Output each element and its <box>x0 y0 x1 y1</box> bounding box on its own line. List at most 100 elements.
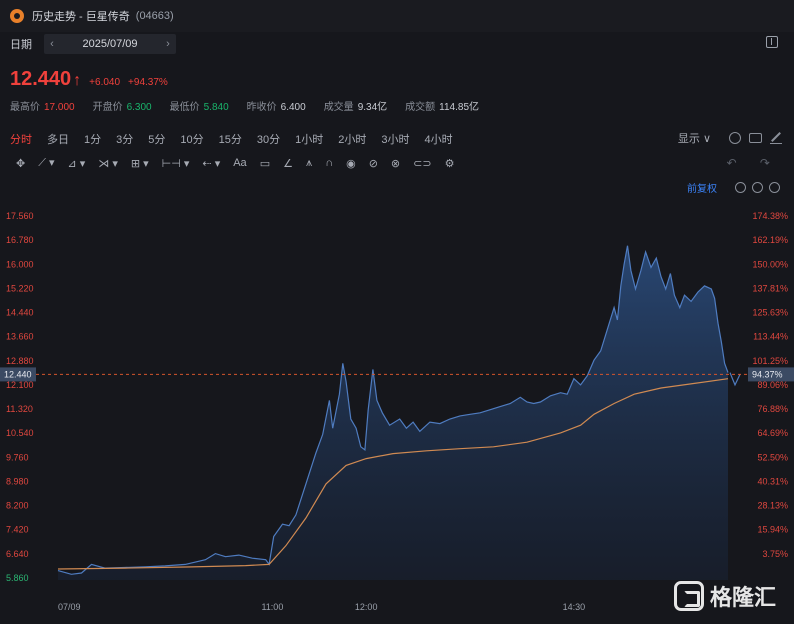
y-tick-left: 8.980 <box>6 476 29 486</box>
stat-turnover: 成交额 114.85亿 <box>405 102 479 113</box>
tab-multi-day[interactable]: 多日 <box>47 131 69 147</box>
chevron-down-icon: ∨ <box>702 133 711 145</box>
stat-high: 最高价 17.000 <box>10 102 75 113</box>
y-tick-left: 8.200 <box>6 501 29 511</box>
y-tick-left: 15.220 <box>6 283 34 293</box>
display-dropdown[interactable]: 显示 ∨ <box>678 130 711 146</box>
x-tick-label: 12:00 <box>355 602 378 612</box>
channel-tool-icon[interactable]: ⊿ ▾ <box>68 157 86 170</box>
stock-code: (04663) <box>135 10 174 22</box>
y-tick-right: 15.94% <box>757 525 788 535</box>
y-tick-right: 162.19% <box>752 235 788 245</box>
tab-intraday[interactable]: 分时 <box>10 131 32 147</box>
tool-settings-icon[interactable]: ⚙ <box>445 157 455 170</box>
rect-tool-icon[interactable]: ▭ <box>260 157 270 170</box>
x-tick-label: 07/09 <box>58 602 81 612</box>
y-tick-left: 14.440 <box>6 308 34 318</box>
y-tick-left: 12.100 <box>6 380 34 390</box>
y-tick-right: 125.63% <box>752 308 788 318</box>
app-logo-icon <box>10 9 24 23</box>
price-area <box>58 245 728 580</box>
chart-options: 显示 ∨ <box>678 130 782 146</box>
watermark: 格隆汇 <box>673 580 776 612</box>
tab-3min[interactable]: 3分 <box>116 131 133 147</box>
range-tool-icon[interactable]: ⊢⊣ ▾ <box>162 157 190 170</box>
x-tick-label: 11:00 <box>261 602 283 612</box>
chart-header: 前复权 <box>687 180 780 195</box>
camera-icon[interactable] <box>749 133 762 143</box>
y-tick-left: 16.780 <box>6 235 34 245</box>
drawing-toolbar: ✥ ⟋ ▾ ⊿ ▾ ⋊ ▾ ⊞ ▾ ⊢⊣ ▾ ⇠ ▾ Aa ▭ ∠ ⩚ ∩ ◉ … <box>16 156 467 170</box>
settings-icon[interactable] <box>729 132 741 144</box>
x-tick-label: 14:30 <box>563 602 586 612</box>
y-tick-left: 5.860 <box>6 573 29 583</box>
line-tool-icon[interactable]: ⟋ ▾ <box>38 156 54 170</box>
tab-1min[interactable]: 1分 <box>84 131 101 147</box>
tab-5min[interactable]: 5分 <box>148 131 165 147</box>
expand-panel-icon[interactable] <box>766 36 778 48</box>
y-tick-right: 40.31% <box>757 476 788 486</box>
adjust-mode-button[interactable]: 前复权 <box>687 180 717 195</box>
period-tabs: 分时 多日 1分 3分 5分 10分 15分 30分 1小时 2小时 3小时 4… <box>10 131 468 147</box>
window-titlebar: 历史走势 - 巨星传奇 (04663) <box>0 0 794 32</box>
eye-tool-icon[interactable]: ◉ <box>346 157 356 170</box>
price-change-pct: +94.37% <box>128 77 168 88</box>
zoom-out-icon[interactable] <box>752 182 763 193</box>
delete-tool-icon[interactable]: ⊗ <box>391 157 400 170</box>
y-tick-left: 16.000 <box>6 259 34 269</box>
y-tick-left: 9.760 <box>6 452 29 462</box>
tab-10min[interactable]: 10分 <box>180 131 203 147</box>
current-price-tag-right-text: 94.37% <box>752 369 783 379</box>
prev-date-button[interactable]: ‹ <box>44 38 60 50</box>
y-tick-right: 137.81% <box>752 283 788 293</box>
y-tick-left: 12.880 <box>6 356 34 366</box>
y-tick-right: 89.06% <box>757 380 788 390</box>
tab-3h[interactable]: 3小时 <box>381 131 409 147</box>
y-tick-right: 150.00% <box>752 259 788 269</box>
intraday-chart[interactable]: 17.560 16.780 16.000 15.220 14.440 13.660 12.8… <box>0 200 794 624</box>
y-tick-right: 113.44% <box>753 332 788 342</box>
y-tick-left: 17.560 <box>6 211 34 221</box>
stat-low: 最低价 5.840 <box>169 102 229 113</box>
text-tool-icon[interactable]: Aa <box>233 157 246 169</box>
date-picker[interactable]: ‹ 2025/07/09 › <box>44 34 176 54</box>
last-price: 12.440 <box>10 68 72 90</box>
y-tick-right: 174.38% <box>752 211 788 221</box>
zoom-in-icon[interactable] <box>769 182 780 193</box>
tab-1h[interactable]: 1小时 <box>295 131 323 147</box>
tab-4h[interactable]: 4小时 <box>425 131 453 147</box>
reset-icon[interactable] <box>735 182 746 193</box>
hide-tool-icon[interactable]: ⊘ <box>369 157 378 170</box>
price-change: +6.040 <box>89 77 121 88</box>
y-tick-right: 52.50% <box>757 452 788 462</box>
y-tick-left: 7.420 <box>6 525 29 535</box>
stat-prev-close: 昨收价 6.400 <box>246 102 306 113</box>
crosshair-tool-icon[interactable]: ✥ <box>16 157 25 170</box>
y-tick-right: 3.75% <box>762 549 788 559</box>
grid-tool-icon[interactable]: ⊞ ▾ <box>131 157 149 170</box>
magnet-tool-icon[interactable]: ⩚ <box>306 157 312 170</box>
angle-tool-icon[interactable]: ∠ <box>283 157 293 170</box>
arc-tool-icon[interactable]: ∩ <box>325 157 333 169</box>
date-label: 日期 <box>10 39 32 51</box>
y-tick-left: 6.640 <box>6 549 29 559</box>
tab-30min[interactable]: 30分 <box>257 131 280 147</box>
pencil-icon[interactable] <box>770 132 782 144</box>
link-tool-icon[interactable]: ⊂⊃ <box>413 157 431 170</box>
y-tick-right: 76.88% <box>757 404 788 414</box>
y-tick-right: 64.69% <box>757 428 788 438</box>
window-title: 历史走势 - 巨星传奇 <box>32 11 130 23</box>
tab-15min[interactable]: 15分 <box>219 131 242 147</box>
y-tick-right: 101.25% <box>752 356 788 366</box>
undo-redo-icons[interactable]: ↶ ↷ <box>727 156 780 170</box>
fork-tool-icon[interactable]: ⋊ ▾ <box>98 157 118 170</box>
date-value[interactable]: 2025/07/09 <box>60 38 160 50</box>
y-tick-right: 28.13% <box>757 501 788 511</box>
stat-open: 开盘价 6.300 <box>92 102 152 113</box>
stat-volume: 成交量 9.34亿 <box>323 102 388 113</box>
watermark-text: 格隆汇 <box>709 585 776 610</box>
next-date-button[interactable]: › <box>160 38 176 50</box>
arrow-tool-icon[interactable]: ⇠ ▾ <box>202 157 220 170</box>
tab-2h[interactable]: 2小时 <box>338 131 366 147</box>
quote-header: 12.440 ↑ +6.040 +94.37% <box>10 68 168 91</box>
